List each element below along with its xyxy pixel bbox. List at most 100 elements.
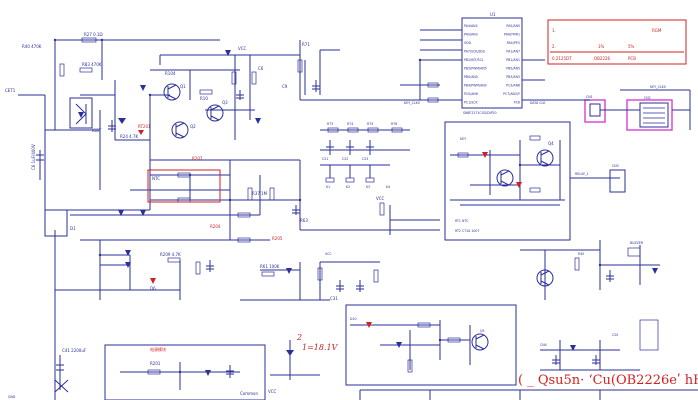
cn2-label: CN2: [644, 96, 651, 100]
q3-label: Q3: [222, 100, 228, 105]
svg-text:R40: R40: [578, 252, 584, 256]
buzzer-label: BUZZER: [630, 241, 644, 245]
svg-text:CET1: CET1: [5, 88, 16, 93]
svg-text:R71: R71: [302, 42, 310, 47]
svg-text:C20: C20: [612, 333, 618, 337]
svg-text:R63: R63: [300, 218, 308, 223]
mcu-pin-left: PA7/SCK/SDS: [464, 50, 485, 54]
buzzer-section: BUZZER R40: [520, 240, 660, 300]
svg-text:C9: C9: [282, 84, 288, 89]
k2-label: K2: [346, 185, 350, 189]
svg-text:R201: R201: [150, 361, 161, 366]
mcu-pin-right: PA1/AN7: [506, 50, 520, 54]
connector-cn2-highlight: [626, 99, 673, 131]
buzzer: [627, 247, 641, 257]
red-resistor-1: R207: [192, 156, 203, 161]
tb-row3-cap: OB2226: [594, 56, 611, 61]
tb-row1-num: 1.: [552, 28, 556, 33]
svg-text:D10: D10: [350, 317, 357, 321]
transistor-q4: [536, 149, 554, 167]
driver-stage: Q1 Q2 Q3 VCC R104 C6 R10: [140, 46, 264, 140]
mcu-pin-right: PC7/AN2/Y: [503, 92, 520, 96]
mcu-ref: U1: [490, 12, 496, 17]
r-d2-label: R24 4.7K: [120, 134, 139, 139]
zener-number: 2: [296, 333, 302, 342]
svg-text:VCC: VCC: [268, 389, 277, 394]
mcu-pin-right: PB1/AN1: [506, 58, 520, 62]
svg-text:DATA CLK: DATA CLK: [530, 101, 546, 105]
connector-cn1: [589, 103, 601, 117]
power-stage: IGBT D1 R27 0.1Ω R40 470K R83 470K CET1 …: [5, 32, 300, 237]
mcu-pin-right: PA4/PFG: [507, 41, 521, 45]
svg-text:KEY_CLK0: KEY_CLK0: [404, 101, 420, 105]
fan-driver: Q5 D10: [345, 304, 517, 386]
circuit-schematic: IGBT D1 R27 0.1Ω R40 470K R83 470K CET1 …: [5, 12, 698, 400]
mcu-pin-left: PB5/PWM/AN5: [464, 67, 487, 71]
connector-cn1-highlight: [584, 99, 606, 123]
svg-text:CN4: CN4: [540, 343, 547, 347]
k3-label: K3: [366, 185, 370, 189]
key-clk-label: KEY_CLK0: [650, 85, 666, 89]
mcu-subtitle: SN8F2271CSG/DIP20: [463, 111, 497, 115]
power-module: 电源模块 R201 Common C41 2200uF 2 1=18.1V VC…: [54, 333, 339, 400]
r74-label: R74: [347, 122, 353, 126]
svg-text:R61 100K: R61 100K: [260, 264, 280, 269]
junction-dots: [53, 38, 602, 374]
transistor-q2: [171, 121, 189, 139]
mcu-pin-left: PA4/AN4: [464, 24, 478, 28]
bridge-label: D1: [70, 226, 76, 231]
svg-text:Q5: Q5: [480, 329, 485, 333]
gnd-label: GND: [8, 395, 16, 399]
svg-text:VCC: VCC: [238, 46, 247, 51]
svg-text:R104: R104: [165, 71, 176, 76]
svg-text:C6 1uF/400V: C6 1uF/400V: [31, 144, 36, 170]
relay-driver: Q4 RT1 NTC RT2 CT1A 100T KEY CN3 RELAY_1: [444, 121, 626, 241]
mcu-pin-left: PA0/AN0: [464, 33, 478, 37]
svg-text:D6: D6: [150, 286, 156, 291]
ntc-label: NTC: [152, 176, 160, 181]
svg-text:C6: C6: [258, 66, 264, 71]
r75-label: R75: [367, 122, 373, 126]
q2-label: Q2: [190, 124, 196, 129]
svg-text:C31: C31: [330, 296, 338, 301]
mcu-pin-left: PC1/SCK: [464, 101, 478, 105]
mcu-pin-right: PB5/AN5: [506, 67, 520, 71]
transistor-q3: [206, 104, 224, 122]
key-resistor-row: R73 R74 R75 R76 C21 C22 C23 K1 K2 K3 K4 …: [282, 40, 440, 235]
svg-text:R10: R10: [200, 96, 208, 101]
c21-label: C21: [322, 157, 328, 161]
title-block: 1. RGM 2. 1% 5% 0.2125DT OB2226 PCB: [547, 19, 687, 65]
inner-box-b: RT2 CT1A 100T: [455, 229, 479, 233]
tb-row1-val: RGM: [652, 28, 662, 33]
mcu-pin-left: PB2/INT/SCL: [464, 58, 484, 62]
q1-label: Q1: [180, 84, 186, 89]
red-resistor-3: R205: [272, 236, 283, 241]
svg-text:C41 2200uF: C41 2200uF: [62, 348, 87, 353]
inner-box-a: RT1 NTC: [455, 219, 469, 223]
tb-row3-type: PCB: [628, 56, 636, 61]
r-top-label: R27 0.1Ω: [84, 32, 103, 37]
zener-voltage: 1=18.1V: [302, 343, 339, 352]
mcu-pin-right: PC6: [514, 101, 520, 105]
bridge-rectifier: [44, 209, 68, 237]
relay-label: RELAY_1: [575, 172, 589, 176]
transistor-q1: [163, 83, 181, 101]
connector-section: CN1 CN2 KEY_CLK0: [560, 85, 691, 131]
svg-text:Common: Common: [240, 391, 258, 396]
control-lines: NTC R207 R204 R205 R37 1M: [70, 156, 301, 243]
r-e-label: R37 1M: [252, 191, 268, 196]
red-resistor-2: R204: [210, 224, 221, 229]
mcu-pins-left: PA4/AN4 PA0/AN0 VDD PA7/SCK/SDS PB2/INT/SCL P…: [464, 24, 487, 105]
svg-text:KEY: KEY: [460, 137, 466, 141]
igbt-label: IGBT: [92, 128, 102, 133]
k4-label: K4: [386, 185, 390, 189]
mcu-pin-left: PC0/AN6: [464, 92, 478, 96]
mcu-pin-right: PA6/TMR1: [504, 33, 520, 37]
r76-label: R76: [391, 122, 397, 126]
c23-label: C23: [362, 157, 368, 161]
mcu-pin-right: PB3/AN3: [506, 75, 520, 79]
watermark: ( _ Qsu5n· ʻCu(OB2226eʹ hH): [518, 373, 698, 388]
mcu-pin-left: PB0/AN0: [464, 75, 478, 79]
mcu-pin-left: PB4/PWM/AN0: [464, 84, 487, 88]
q4-label: Q4: [548, 141, 554, 146]
